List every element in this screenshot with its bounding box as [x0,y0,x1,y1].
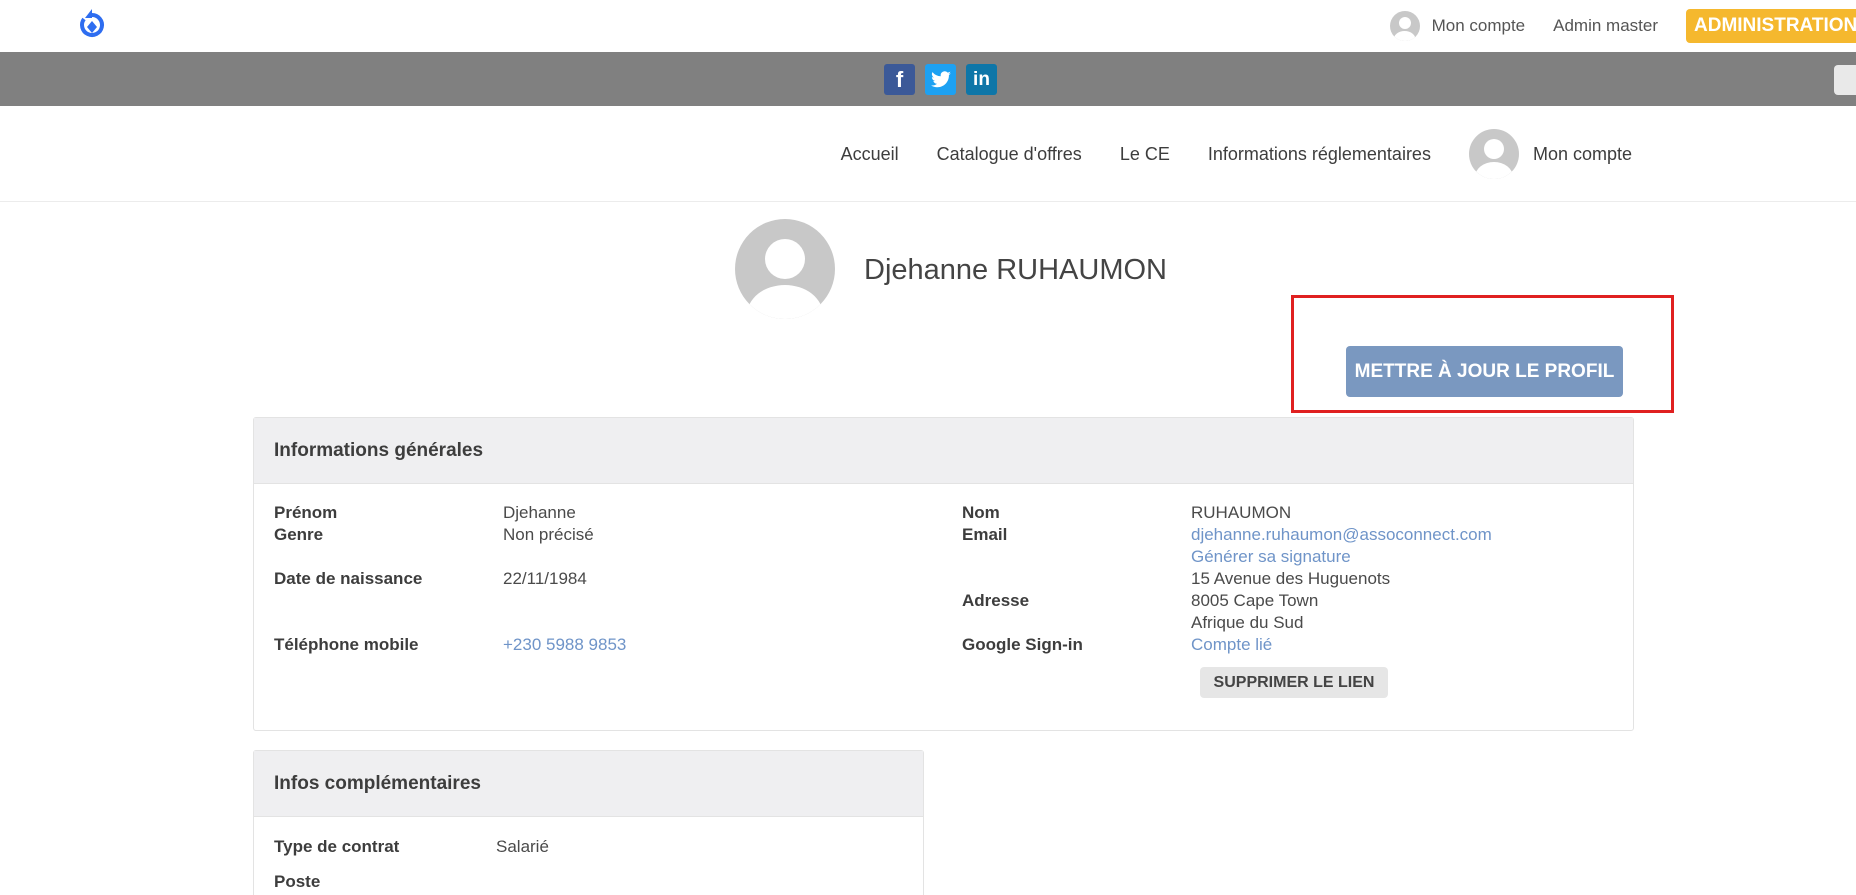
genre-value: Non précisé [503,525,594,544]
phone-link[interactable]: +230 5988 9853 [503,635,626,655]
edge-tab-button[interactable] [1834,65,1856,95]
profile-name: Djehanne RUHAUMON [864,254,1167,286]
prenom-value: Djehanne [503,503,576,522]
google-signin-label: Google Sign-in [962,635,1083,654]
nav-item-informations[interactable]: Informations réglementaires [1208,144,1431,165]
address-line3: Afrique du Sud [1191,613,1304,632]
birthdate-value: 22/11/1984 [503,569,587,588]
contract-type-value: Salarié [496,837,549,856]
nav-avatar[interactable] [1468,129,1519,179]
remove-link-button[interactable]: SUPPRIMER LE LIEN [1200,667,1388,698]
update-profile-button[interactable]: METTRE À JOUR LE PROFIL [1346,346,1623,397]
genre-label: Genre [274,525,324,544]
email-label: Email [962,525,1008,544]
twitter-icon[interactable] [925,64,956,95]
position-label: Poste [274,872,321,891]
top-admin-user-link[interactable]: Admin master [1553,16,1658,36]
nav-item-catalogue[interactable]: Catalogue d'offres [937,144,1082,165]
birthdate-label: Date de naissance [274,569,423,588]
main-nav: Accueil Catalogue d'offres Le CE Informa… [0,106,1856,202]
social-bar: f in [0,52,1856,106]
top-avatar[interactable] [1389,11,1420,41]
nav-item-accueil[interactable]: Accueil [841,144,899,165]
top-account-link[interactable]: Mon compte [1432,16,1526,36]
profile-avatar [735,219,835,319]
top-bar: Mon compte Admin master ADMINISTRATION [0,0,1856,52]
administration-button[interactable]: ADMINISTRATION [1686,9,1856,43]
address-label: Adresse [962,591,1030,610]
email-link[interactable]: djehanne.ruhaumon@assoconnect.com [1191,525,1492,545]
nom-label: Nom [962,503,1000,522]
nav-item-account[interactable]: Mon compte [1533,144,1632,165]
nav-item-le-ce[interactable]: Le CE [1120,144,1170,165]
linkedin-icon[interactable]: in [966,64,997,95]
facebook-icon[interactable]: f [884,64,915,95]
phone-label: Téléphone mobile [274,635,419,654]
nom-value: RUHAUMON [1191,503,1292,522]
app-logo-icon[interactable] [74,6,110,42]
contract-type-label: Type de contrat [274,837,400,856]
address-line1: 15 Avenue des Huguenots [1191,569,1391,588]
general-info-card: Informations générales [253,417,1634,731]
google-linked-link[interactable]: Compte lié [1191,635,1272,655]
prenom-label: Prénom [274,503,338,522]
extra-info-card: Infos complémentaires [253,750,924,895]
general-info-title: Informations générales [254,418,1633,484]
signature-link[interactable]: Générer sa signature [1191,547,1351,567]
address-line2: 8005 Cape Town [1191,591,1319,610]
extra-info-title: Infos complémentaires [254,751,923,817]
